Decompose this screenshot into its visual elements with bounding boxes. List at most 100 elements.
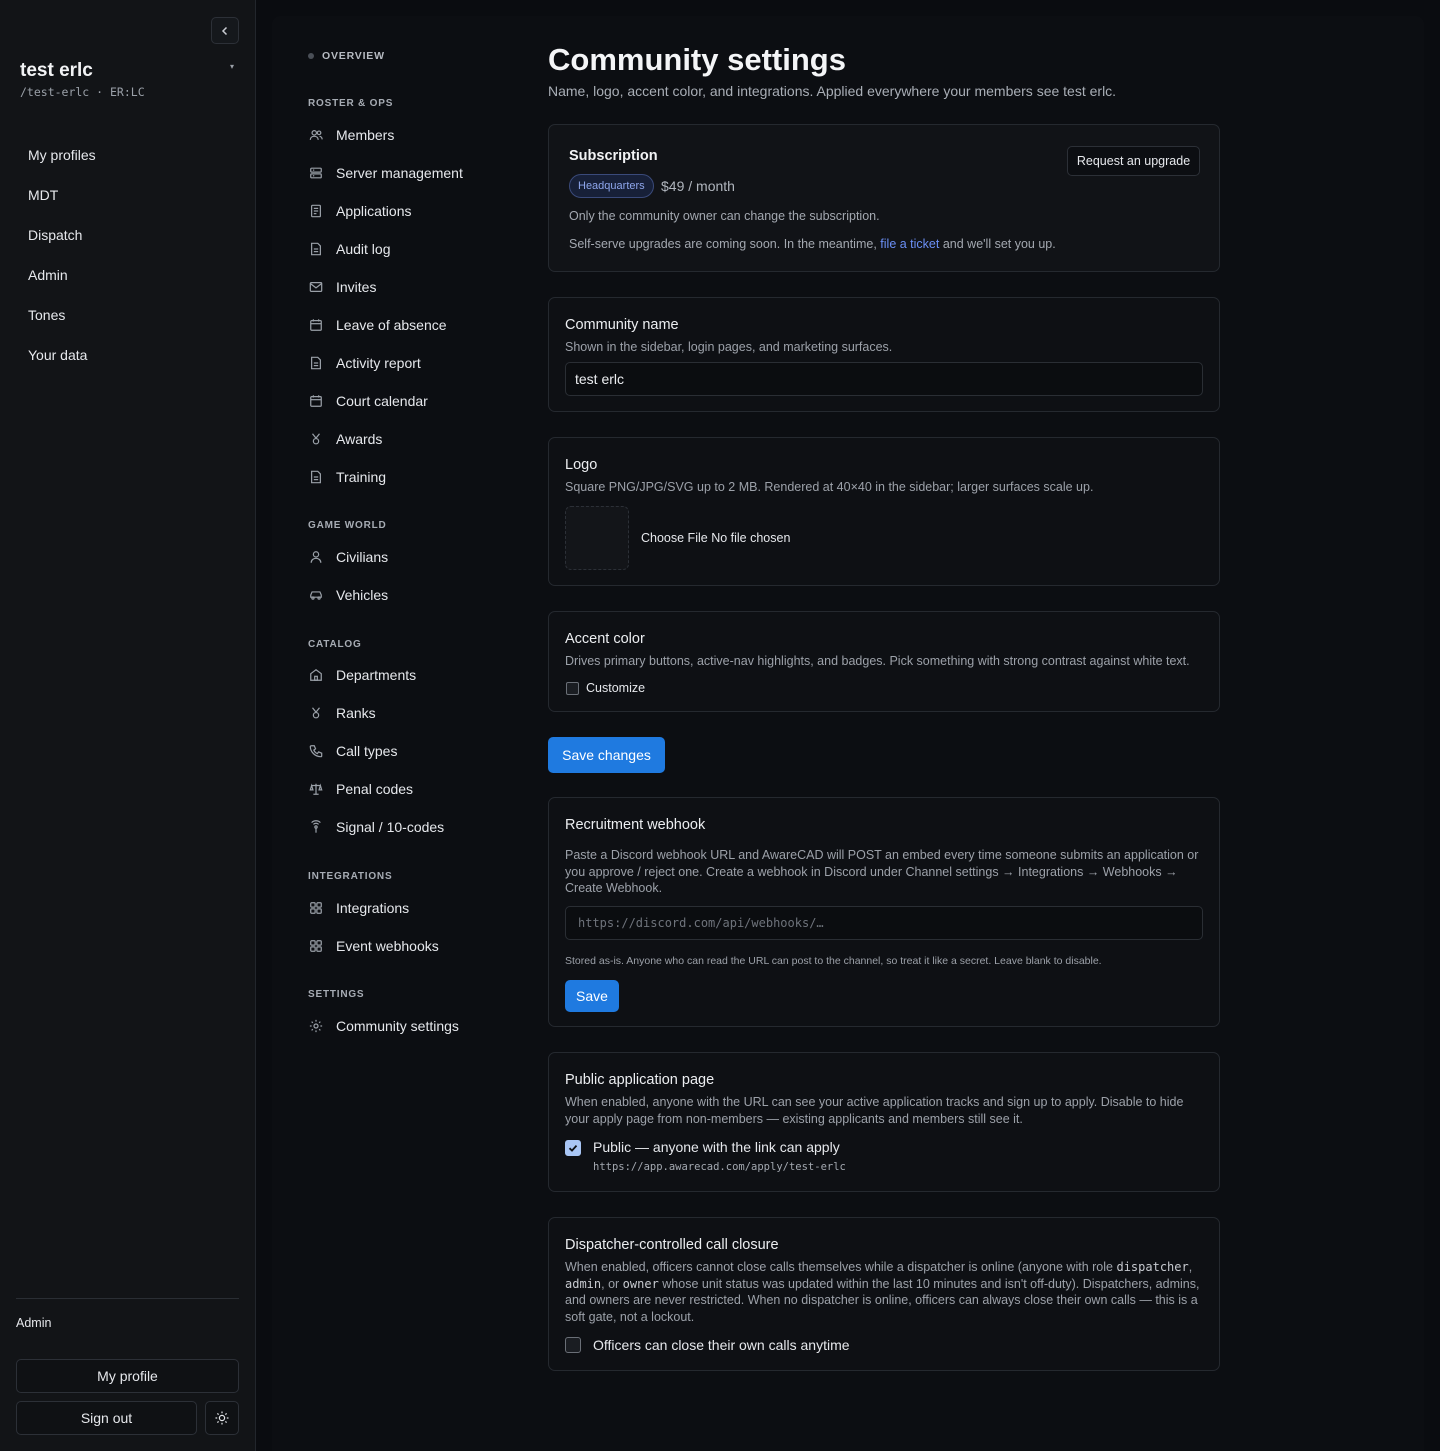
settings-nav-signal-codes[interactable]: Signal / 10-codes <box>308 817 444 837</box>
signal-icon <box>308 819 324 835</box>
desc-text: whose unit status was updated within the… <box>565 1276 1200 1324</box>
settings-nav-training[interactable]: Training <box>308 467 386 487</box>
mail-icon <box>308 279 324 295</box>
settings-nav-community-settings[interactable]: Community settings <box>308 1016 459 1036</box>
nav-item-label: Leave of absence <box>336 317 447 333</box>
public-application-card: Public application page When enabled, an… <box>548 1052 1220 1192</box>
settings-nav-members[interactable]: Members <box>308 125 394 145</box>
settings-nav-civilians[interactable]: Civilians <box>308 547 388 567</box>
nav-item-label: Training <box>336 469 387 485</box>
theme-toggle-button[interactable] <box>205 1401 239 1435</box>
document-icon <box>308 241 324 257</box>
logo-preview <box>565 506 629 570</box>
caret-down-icon[interactable]: ▾ <box>230 62 234 71</box>
nav-item-label: Ranks <box>336 705 376 721</box>
nav-item-label: Penal codes <box>336 781 414 797</box>
app-sidebar: test erlc ▾ /test-erlc · ER:LC My profil… <box>0 0 256 1451</box>
customize-label[interactable]: Customize <box>586 681 645 695</box>
public-checkbox-label[interactable]: Public — anyone with the link can apply <box>593 1139 840 1155</box>
settings-nav-leave-of-absence[interactable]: Leave of absence <box>308 315 447 335</box>
settings-nav-ranks[interactable]: Ranks <box>308 703 376 723</box>
nav-my-profiles[interactable]: My profiles <box>28 145 96 185</box>
grid-icon <box>308 900 324 916</box>
card-title: Recruitment webhook <box>565 817 706 833</box>
nav-admin[interactable]: Admin <box>28 265 96 305</box>
settings-nav-applications[interactable]: Applications <box>308 201 412 221</box>
nav-overview[interactable]: OVERVIEW <box>308 50 385 62</box>
choose-file-button[interactable]: Choose File <box>641 531 708 545</box>
desc-text: , <box>1188 1260 1193 1274</box>
nav-item-label: Applications <box>336 203 412 219</box>
webhook-url-input[interactable]: https://discord.com/api/webhooks/… <box>565 906 1203 940</box>
request-upgrade-button[interactable]: Request an upgrade <box>1067 146 1200 176</box>
card-title: Public application page <box>565 1072 715 1088</box>
settings-nav-departments[interactable]: Departments <box>308 665 416 685</box>
gear-icon <box>308 1018 324 1034</box>
users-icon <box>308 127 324 143</box>
webhook-save-button[interactable]: Save <box>565 980 619 1012</box>
community-name[interactable]: test erlc <box>20 60 93 82</box>
user-role: Admin <box>16 1316 52 1330</box>
file-status: No file chosen <box>711 531 791 545</box>
nav-your-data[interactable]: Your data <box>28 345 96 385</box>
nav-item-label: Civilians <box>336 549 389 565</box>
scale-icon <box>308 781 324 797</box>
plan-price: $49 / month <box>661 178 735 194</box>
nav-item-label: Event webhooks <box>336 938 439 954</box>
group-label-integrations: INTEGRATIONS <box>308 871 393 882</box>
document-icon <box>308 203 324 219</box>
group-label-roster: ROSTER & OPS <box>308 98 394 109</box>
collapse-sidebar-button[interactable] <box>211 17 239 44</box>
settings-nav-integrations[interactable]: Integrations <box>308 898 409 918</box>
award-icon <box>308 705 324 721</box>
officers-close-checkbox[interactable] <box>565 1337 581 1353</box>
community-name-input[interactable]: test erlc <box>565 362 1203 396</box>
nav-tones[interactable]: Tones <box>28 305 96 345</box>
my-profile-button[interactable]: My profile <box>16 1359 239 1393</box>
officers-close-label[interactable]: Officers can close their own calls anyti… <box>593 1337 850 1353</box>
nav-item-label: Server management <box>336 165 463 181</box>
chevron-left-icon <box>221 26 228 35</box>
dot-icon <box>308 53 314 59</box>
desc-text: , or <box>601 1276 620 1291</box>
sun-icon <box>215 1411 229 1425</box>
upgrade-note-text: and we'll set you up. <box>942 237 1056 251</box>
phone-icon <box>308 743 324 759</box>
nav-dispatch[interactable]: Dispatch <box>28 225 96 265</box>
calendar-icon <box>308 393 324 409</box>
nav-item-label: Integrations <box>336 900 410 916</box>
settings-nav-event-webhooks[interactable]: Event webhooks <box>308 936 439 956</box>
award-icon <box>308 431 324 447</box>
nav-item-label: Audit log <box>336 241 391 257</box>
customize-checkbox[interactable] <box>566 682 579 695</box>
divider <box>16 1298 239 1299</box>
nav-item-label: Members <box>336 127 395 143</box>
settings-nav-activity-report[interactable]: Activity report <box>308 353 421 373</box>
card-description: Shown in the sidebar, login pages, and m… <box>565 340 893 354</box>
file-ticket-link[interactable]: file a ticket <box>880 237 939 251</box>
server-icon <box>308 165 324 181</box>
settings-nav-court-calendar[interactable]: Court calendar <box>308 391 428 411</box>
settings-nav-vehicles[interactable]: Vehicles <box>308 585 388 605</box>
public-checkbox[interactable] <box>565 1140 581 1156</box>
settings-nav-audit-log[interactable]: Audit log <box>308 239 390 259</box>
card-title: Dispatcher-controlled call closure <box>565 1237 779 1253</box>
subscription-title: Subscription <box>569 148 658 164</box>
card-description: When enabled, anyone with the URL can se… <box>565 1095 1184 1126</box>
card-title: Logo <box>565 457 598 473</box>
logo-card: Logo Square PNG/JPG/SVG up to 2 MB. Rend… <box>548 437 1220 586</box>
settings-nav-call-types[interactable]: Call types <box>308 741 397 761</box>
card-title: Accent color <box>565 631 645 647</box>
settings-nav-server-management[interactable]: Server management <box>308 163 463 183</box>
public-apply-url: https://app.awarecad.com/apply/test-erlc <box>593 1161 846 1173</box>
settings-nav-penal-codes[interactable]: Penal codes <box>308 779 413 799</box>
file-input[interactable]: Choose File No file chosen <box>641 531 790 545</box>
nav-mdt[interactable]: MDT <box>28 185 96 225</box>
webhook-note: Stored as-is. Anyone who can read the UR… <box>565 955 1102 967</box>
save-changes-button[interactable]: Save changes <box>548 737 665 773</box>
settings-nav-invites[interactable]: Invites <box>308 277 376 297</box>
card-description: Paste a Discord webhook URL and AwareCAD… <box>565 848 1199 895</box>
sign-out-button[interactable]: Sign out <box>16 1401 197 1435</box>
settings-nav-awards[interactable]: Awards <box>308 429 382 449</box>
group-label-settings: SETTINGS <box>308 989 365 1000</box>
